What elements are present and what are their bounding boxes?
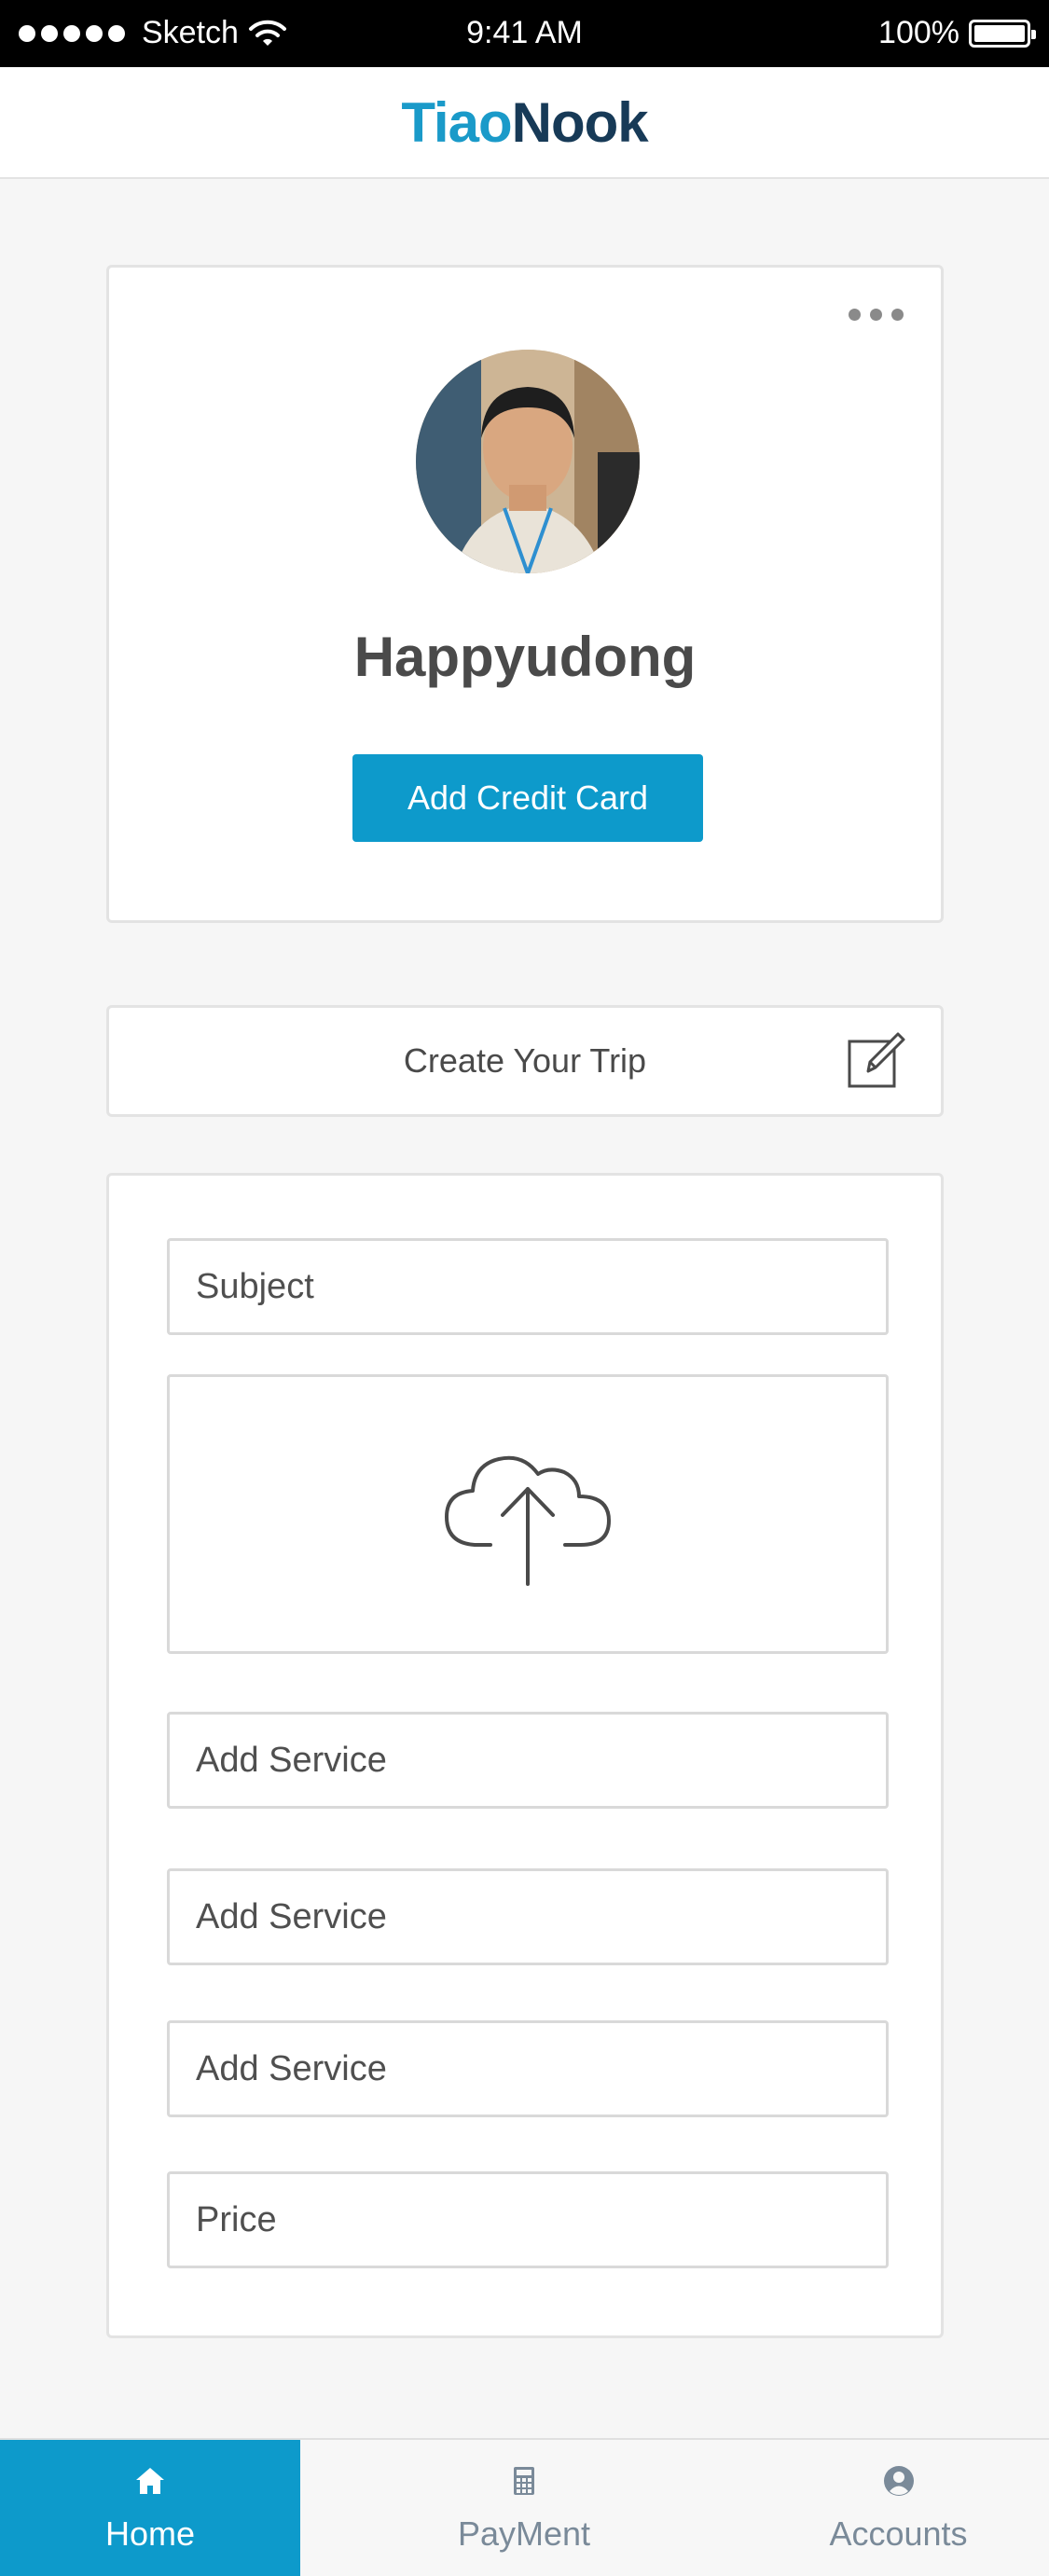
app-logo: TiaoNook xyxy=(401,90,648,154)
avatar xyxy=(416,350,640,573)
upload-area[interactable] xyxy=(167,1374,889,1654)
status-right: 100% xyxy=(878,15,1036,51)
cloud-upload-icon xyxy=(445,1455,611,1586)
price-input[interactable]: Price xyxy=(167,2171,889,2268)
create-trip-label: Create Your Trip xyxy=(403,1041,647,1080)
more-options-icon[interactable] xyxy=(849,309,904,321)
tab-payment-label: PayMent xyxy=(457,2514,591,2553)
calculator-icon xyxy=(514,2467,534,2495)
tab-accounts[interactable]: Accounts xyxy=(748,2440,1049,2576)
profile-name: Happyudong xyxy=(353,626,697,688)
service-input-1[interactable]: Add Service xyxy=(167,1712,889,1809)
tab-home-label: Home xyxy=(104,2514,196,2553)
tab-accounts-label: Accounts xyxy=(829,2514,968,2553)
trip-form-card: Subject Add Service Add Service Add Serv… xyxy=(106,1173,944,2338)
edit-icon[interactable] xyxy=(846,1030,905,1090)
user-icon xyxy=(883,2466,914,2496)
tab-payment[interactable]: PayMent xyxy=(300,2440,748,2576)
service-input-3[interactable]: Add Service xyxy=(167,2020,889,2117)
add-credit-card-button[interactable]: Add Credit Card xyxy=(352,754,703,842)
battery-percent: 100% xyxy=(878,15,959,50)
service-input-2[interactable]: Add Service xyxy=(167,1868,889,1965)
create-trip-bar[interactable]: Create Your Trip xyxy=(106,1005,944,1117)
tab-bar: Home PayMent Accounts xyxy=(0,2438,1049,2576)
status-bar: Sketch 9:41 AM 100% xyxy=(0,0,1049,67)
home-icon xyxy=(136,2468,164,2494)
profile-card: Happyudong Add Credit Card xyxy=(106,265,944,923)
tab-home[interactable]: Home xyxy=(0,2440,300,2576)
battery-icon xyxy=(969,19,1036,48)
subject-input[interactable]: Subject xyxy=(167,1238,889,1335)
app-header: TiaoNook xyxy=(0,67,1049,179)
